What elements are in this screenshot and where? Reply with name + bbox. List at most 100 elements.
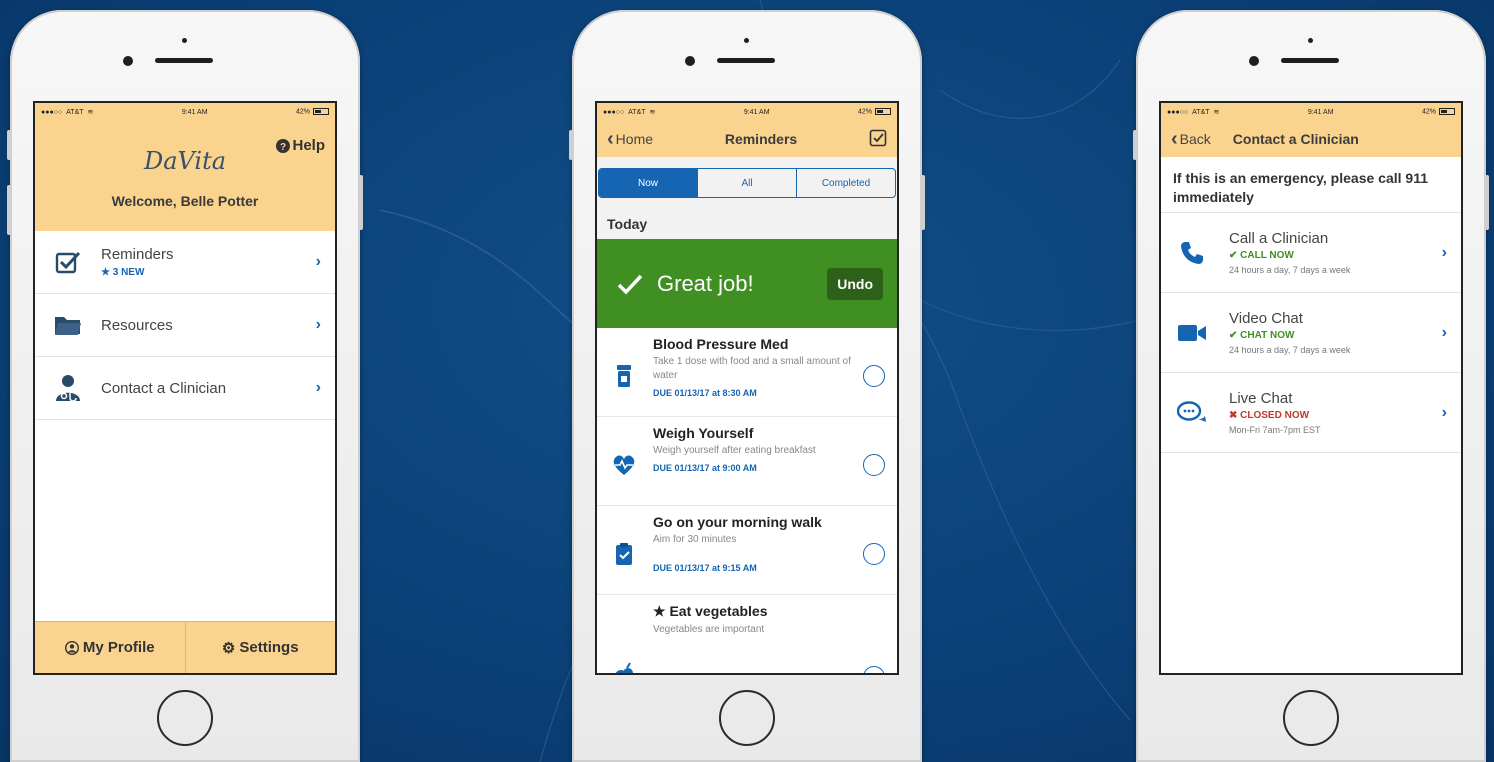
chevron-left-icon: ‹ xyxy=(607,128,614,150)
option-hours: Mon-Fri 7am-7pm EST xyxy=(1229,425,1321,435)
clock: 9:41 AM xyxy=(181,108,208,116)
proximity-sensor xyxy=(182,38,187,43)
nav-bar: ‹ Back Contact a Clinician xyxy=(1161,121,1461,157)
section-header-today: Today xyxy=(597,209,897,239)
signal-dots: ●●●○○ xyxy=(41,108,63,116)
option-status: ✔ CHAT NOW xyxy=(1229,330,1295,341)
settings-label: Settings xyxy=(239,639,299,656)
page-title: Contact a Clinician xyxy=(1232,131,1359,147)
menu-label-reminders: Reminders xyxy=(101,246,174,263)
option-title: Live Chat xyxy=(1229,390,1293,407)
chevron-right-icon: › xyxy=(1441,403,1447,421)
signal-dots: ●●●○○ xyxy=(603,108,625,116)
reminder-item[interactable]: Blood Pressure Med Take 1 dose with food… xyxy=(597,328,897,417)
menu-label-contact: Contact a Clinician xyxy=(101,379,227,397)
phone-home: ●●●○○ AT&T ≋ 9:41 AM 42% DaVita ? Help Wel… xyxy=(7,10,363,762)
reminder-title: ★ Eat vegetables xyxy=(653,603,768,619)
contact-option-video[interactable]: Video Chat ✔ CHAT NOW 24 hours a day, 7 … xyxy=(1161,293,1461,373)
reminders-screen: ●●●○○ AT&T ≋ 9:41 AM 42% ‹ Home Reminders N… xyxy=(595,101,899,675)
battery-icon xyxy=(875,108,891,116)
menu-item-resources[interactable]: Resources › xyxy=(35,294,335,357)
nav-bar: ‹ Home Reminders xyxy=(597,121,897,157)
complete-radio[interactable] xyxy=(863,365,885,387)
segment-all[interactable]: All xyxy=(697,169,796,197)
complete-radio[interactable] xyxy=(863,454,885,476)
complete-radio[interactable] xyxy=(863,543,885,565)
battery-percent: 42% xyxy=(295,108,310,116)
reminder-item[interactable]: Go on your morning walk Aim for 30 minut… xyxy=(597,506,897,595)
wifi-icon: ≋ xyxy=(87,109,94,116)
mute-switch xyxy=(1133,130,1137,160)
chevron-right-icon: › xyxy=(315,316,321,333)
reminder-item[interactable]: Weigh Yourself Weigh yourself after eati… xyxy=(597,417,897,506)
reminder-description: Aim for 30 minutes xyxy=(653,534,737,545)
contact-option-call[interactable]: Call a Clinician ✔ CALL NOW 24 hours a d… xyxy=(1161,213,1461,293)
reminder-due: DUE 01/13/17 at 9:00 AM xyxy=(653,463,757,473)
segment-now[interactable]: Now xyxy=(599,169,697,197)
gear-icon: ⚙ xyxy=(221,639,236,657)
option-hours: 24 hours a day, 7 days a week xyxy=(1229,345,1351,355)
reminder-due: DUE 01/13/17 at 8:30 AM xyxy=(653,388,757,398)
home-button[interactable] xyxy=(719,690,775,746)
help-button[interactable]: ? Help xyxy=(276,137,325,154)
undo-button[interactable]: Undo xyxy=(827,267,883,300)
back-button[interactable]: ‹ Back xyxy=(1171,129,1211,149)
reminder-title: Go on your morning walk xyxy=(653,514,822,530)
contact-option-live-chat[interactable]: Live Chat ✖ CLOSED NOW Mon-Fri 7am-7pm E… xyxy=(1161,373,1461,453)
page-title: Reminders xyxy=(724,131,798,147)
help-label: Help xyxy=(292,137,325,154)
option-status: ✔ CALL NOW xyxy=(1229,250,1294,261)
chevron-right-icon: › xyxy=(1441,323,1447,341)
new-badge: ★ 3 NEW xyxy=(101,267,145,278)
svg-text:?: ? xyxy=(280,142,286,153)
back-button[interactable]: ‹ Home xyxy=(607,129,653,149)
battery-percent: 42% xyxy=(1421,108,1436,116)
option-hours: 24 hours a day, 7 days a week xyxy=(1229,265,1351,275)
chat-bubbles-icon xyxy=(1177,400,1207,425)
phone-contact: ●●●○○ AT&T ≋ 9:41 AM 42% ‹ Back Contact a C… xyxy=(1133,10,1489,762)
front-camera xyxy=(1249,56,1259,66)
checkbox-icon xyxy=(51,250,85,274)
earpiece-speaker xyxy=(155,58,213,63)
segment-completed[interactable]: Completed xyxy=(796,169,895,197)
emergency-notice: If this is an emergency, please call 911… xyxy=(1161,157,1461,213)
chevron-left-icon: ‹ xyxy=(1171,128,1178,150)
complete-radio[interactable] xyxy=(863,666,885,673)
option-status: ✖ CLOSED NOW xyxy=(1229,410,1310,421)
phone-icon xyxy=(1177,240,1207,266)
settings-tab[interactable]: ⚙ Settings xyxy=(184,622,336,673)
option-title: Video Chat xyxy=(1229,310,1303,327)
option-title: Call a Clinician xyxy=(1229,230,1329,247)
checklist-edit-icon xyxy=(869,129,887,146)
earpiece-speaker xyxy=(717,58,775,63)
mute-switch xyxy=(7,130,11,160)
earpiece-speaker xyxy=(1281,58,1339,63)
clinician-icon xyxy=(51,374,85,402)
menu-item-contact-clinician[interactable]: Contact a Clinician › xyxy=(35,357,335,420)
phone-reminders: ●●●○○ AT&T ≋ 9:41 AM 42% ‹ Home Reminders N… xyxy=(569,10,925,762)
battery-percent: 42% xyxy=(857,108,872,116)
contact-screen: ●●●○○ AT&T ≋ 9:41 AM 42% ‹ Back Contact a C… xyxy=(1159,101,1463,675)
reminder-item[interactable]: ★ Eat vegetables Vegetables are importan… xyxy=(597,595,897,673)
chevron-right-icon: › xyxy=(315,253,321,270)
my-profile-tab[interactable]: My Profile xyxy=(35,622,185,673)
menu-item-reminders[interactable]: Reminders ★ 3 NEW › xyxy=(35,231,335,294)
home-button[interactable] xyxy=(1283,690,1339,746)
segmented-control: Now All Completed xyxy=(598,168,896,198)
help-icon: ? xyxy=(276,138,291,153)
user-circle-icon xyxy=(64,640,79,655)
back-label: Back xyxy=(1179,131,1211,147)
battery-icon xyxy=(313,108,329,116)
reminder-description: Take 1 dose with food and a small amount… xyxy=(653,356,851,381)
chevron-right-icon: › xyxy=(315,379,321,396)
carrier: AT&T xyxy=(1192,108,1210,116)
reminder-due: DUE 01/13/17 at 9:15 AM xyxy=(653,563,757,573)
status-bar: ●●●○○ AT&T ≋ 9:41 AM 42% xyxy=(597,103,897,121)
home-button[interactable] xyxy=(157,690,213,746)
power-button xyxy=(359,175,363,230)
banner-text: Great job! xyxy=(657,270,754,296)
edit-checklist-button[interactable] xyxy=(869,129,887,150)
reminder-title: Weigh Yourself xyxy=(653,425,754,441)
proximity-sensor xyxy=(744,38,749,43)
welcome-message: Welcome, Belle Potter xyxy=(111,193,259,209)
